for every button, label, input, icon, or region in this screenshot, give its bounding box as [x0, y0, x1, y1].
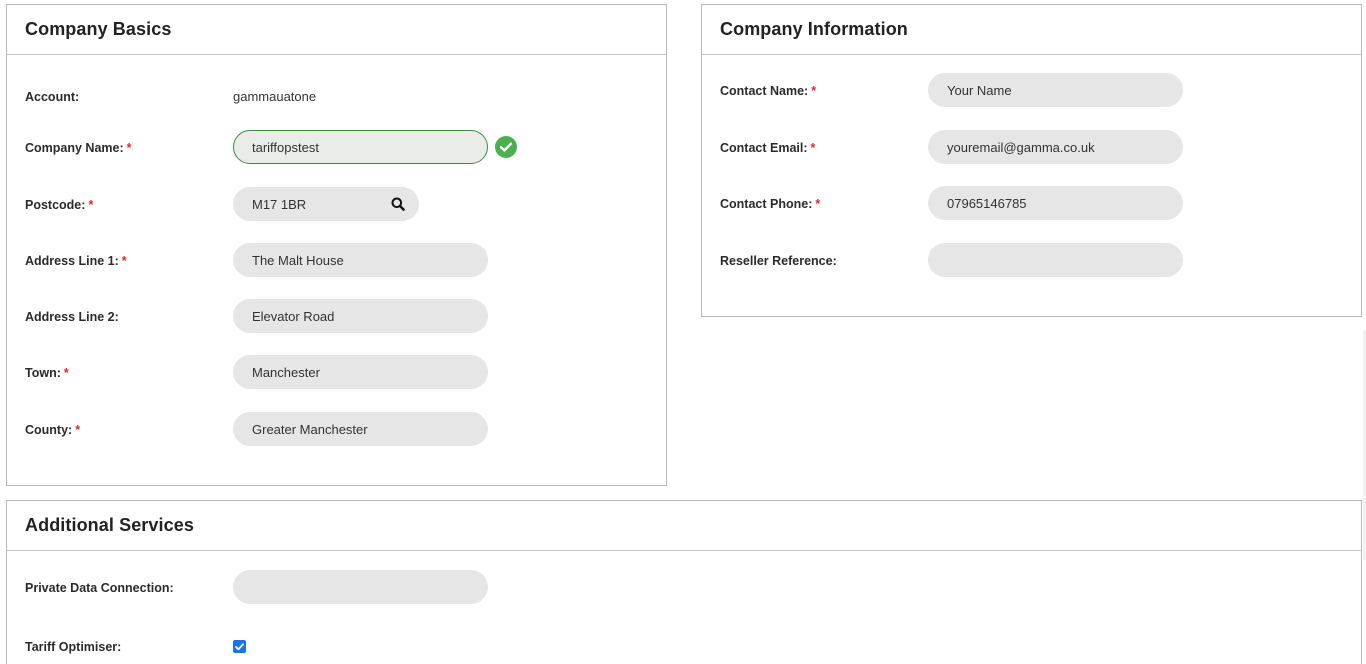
contact-name-input[interactable] [928, 73, 1183, 107]
address-line-2-label: Address Line 2: [25, 310, 119, 324]
company-name-input[interactable] [233, 130, 488, 164]
postcode-label: Postcode: * [25, 198, 94, 212]
company-basics-header: Company Basics [7, 5, 666, 55]
company-name-label: Company Name: * [25, 141, 132, 155]
address-line-1-row: Address Line 1: * [7, 243, 666, 279]
company-information-title: Company Information [720, 19, 908, 39]
private-data-connection-row: Private Data Connection: [7, 570, 1361, 606]
town-input[interactable] [233, 355, 488, 389]
company-information-header: Company Information [702, 5, 1361, 55]
check-circle-icon [495, 136, 517, 158]
contact-email-row: Contact Email: * [702, 130, 1361, 166]
reseller-reference-input[interactable] [928, 243, 1183, 277]
private-data-connection-input[interactable] [233, 570, 488, 604]
additional-services-title: Additional Services [25, 515, 194, 535]
reseller-reference-row: Reseller Reference: [702, 243, 1361, 279]
additional-services-panel: Additional Services Private Data Connect… [6, 500, 1362, 664]
account-label: Account: [25, 90, 80, 104]
county-input[interactable] [233, 412, 488, 446]
search-icon[interactable] [381, 187, 415, 221]
contact-name-label: Contact Name: * [720, 84, 817, 98]
company-basics-panel: Company Basics Account: gammauatone Comp… [6, 4, 667, 486]
postcode-row: Postcode: * [7, 187, 666, 223]
contact-name-row: Contact Name: * [702, 73, 1361, 109]
contact-phone-label: Contact Phone: * [720, 197, 821, 211]
contact-email-label: Contact Email: * [720, 141, 816, 155]
town-label: Town: * [25, 366, 69, 380]
address-line-1-input[interactable] [233, 243, 488, 277]
company-information-panel: Company Information Contact Name:* Conta… [701, 4, 1362, 317]
contact-phone-row: Contact Phone: * [702, 186, 1361, 222]
tariff-optimiser-checkbox[interactable] [233, 640, 246, 653]
address-line-2-input[interactable] [233, 299, 488, 333]
address-line-2-row: Address Line 2: [7, 299, 666, 335]
account-row: Account: gammauatone [7, 79, 666, 115]
additional-services-header: Additional Services [7, 501, 1361, 551]
reseller-reference-label: Reseller Reference: [720, 254, 837, 268]
private-data-connection-label: Private Data Connection: [25, 581, 174, 595]
company-name-row: Company Name: * [7, 130, 666, 166]
address-line-1-label: Address Line 1: * [25, 254, 127, 268]
tariff-optimiser-label: Tariff Optimiser: [25, 640, 122, 654]
county-label: County: * [25, 423, 81, 437]
contact-phone-input[interactable] [928, 186, 1183, 220]
account-value: gammauatone [233, 89, 317, 104]
checkmark-icon [235, 642, 244, 650]
tariff-optimiser-row: Tariff Optimiser: [7, 629, 1361, 664]
contact-email-input[interactable] [928, 130, 1183, 164]
county-row: County: * [7, 412, 666, 448]
company-basics-title: Company Basics [25, 19, 172, 39]
town-row: Town: * [7, 355, 666, 391]
